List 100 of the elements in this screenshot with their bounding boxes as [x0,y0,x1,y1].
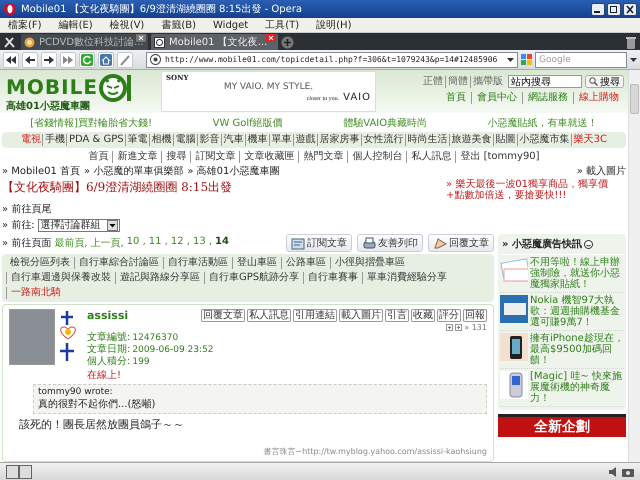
nav-link[interactable]: 線上購物 [573,92,624,104]
forum-link[interactable]: 自行車GPS航跡分享 [204,272,304,284]
category-link[interactable]: 貼圖 [493,134,518,146]
forum-link[interactable]: 自行車賽事 [303,272,362,284]
ad-link[interactable]: 擁有iPhone趁現在，最高$9500加碼回饋！ [530,333,624,366]
search-field[interactable]: Google [535,52,627,68]
breadcrumb-link[interactable]: » 小惡魔的單車俱樂部 [84,164,184,178]
go-to-bottom-link[interactable]: » 前往頁尾 [0,202,628,216]
category-link[interactable]: 居家房事 [317,134,362,146]
nav-link[interactable]: 首頁 [441,92,471,104]
forum-link[interactable]: 小徑與摺疊車區 [330,257,409,269]
expand-icon[interactable] [446,324,454,331]
topic-action-button[interactable]: 訂閱文章 [286,234,352,252]
member-nav-link[interactable]: 首頁 [84,151,112,163]
category-link[interactable]: 機車 [245,134,270,146]
browser-tab[interactable]: PCDVD數位科技討論... [21,34,148,50]
category-link[interactable]: 旅遊美食 [449,134,494,146]
language-link[interactable]: 正體 [421,76,445,88]
member-nav-link[interactable]: 登出 [tommy90] [455,151,544,163]
member-nav-link[interactable]: 文章收藏匣 [239,151,298,163]
home-icon[interactable] [98,52,114,68]
minimize-icon[interactable] [591,2,605,16]
post-action-button[interactable]: 回報 [463,309,487,322]
camera-icon[interactable] [622,466,634,476]
post-action-button[interactable]: 私人訊息 [247,309,291,322]
ad-link[interactable]: [Magic] 哇~ 快來施展魔術機的神奇魔力！ [530,371,624,404]
forum-link[interactable]: 公路車區 [281,257,330,269]
forum-link[interactable]: 自行車活動區 [163,257,232,269]
category-link[interactable]: 遊戲 [293,134,318,146]
trash-icon[interactable] [626,36,636,48]
page-link[interactable]: 12 , [170,236,190,250]
member-nav-link[interactable]: 私人訊息 [406,151,456,163]
devil-logo-icon[interactable] [99,71,133,103]
forum-link[interactable]: 自行車綜合討論區 [74,257,163,269]
menu-item[interactable]: 說明(H) [316,18,352,32]
menu-item[interactable]: Widget [213,20,248,30]
close-icon[interactable] [623,2,637,16]
reload-icon[interactable] [79,52,95,68]
category-link[interactable]: PDA & GPS [66,134,126,146]
load-images-link[interactable]: » 載入圖片 [576,164,626,178]
page-link[interactable]: 14 [215,236,229,250]
promo-link[interactable]: 體驗VAIO典藏時尚 [343,116,428,130]
category-link[interactable]: 影音 [197,134,222,146]
promo-link[interactable]: [省錢情報]買對輪胎省大錢! [30,116,152,130]
nav-link[interactable]: 會員中心 [471,92,522,104]
member-nav-link[interactable]: 訂閱文章 [190,151,240,163]
forum-link[interactable]: 遊記與路線分享區 [115,272,204,284]
forum-select[interactable]: 選擇討論群組 [38,218,120,232]
category-link[interactable]: 小惡魔市集 [517,134,572,146]
search-button[interactable]: 搜尋 [585,75,624,88]
rewind-icon[interactable] [3,52,19,68]
menu-item[interactable]: 工具(T) [265,18,300,32]
forum-link[interactable]: 檢視分區列表 [6,257,74,269]
expand-icon[interactable] [455,324,462,331]
menu-item[interactable]: 編輯(E) [58,18,93,32]
menu-item[interactable]: 書籤(B) [161,18,196,32]
promo-link[interactable]: VW Golf絕版價 [212,116,283,130]
browser-tab[interactable]: Mobile01 【文化夜... [151,34,278,50]
caret-icon[interactable] [507,58,514,62]
member-nav-link[interactable]: 新進文章 [112,151,162,163]
forum-link[interactable]: 登山車區 [232,257,281,269]
author-name[interactable]: assissi [87,309,128,322]
category-link[interactable]: 女性流行 [361,134,406,146]
member-nav-link[interactable]: 搜尋 [161,151,190,163]
category-link[interactable]: 時尚生活 [405,134,450,146]
nav-link[interactable]: 網誌服務 [522,92,573,104]
member-nav-link[interactable]: 個人控制台 [347,151,406,163]
back-icon[interactable] [22,52,38,68]
page-link[interactable]: 11 , [148,236,168,250]
forum-link[interactable]: 自行車週邊與保養改裝 [6,272,115,284]
ad-link[interactable]: 不用等啦！線上申辦強制險，就送你小惡魔獨家貼紙！ [530,257,624,290]
maximize-icon[interactable] [607,2,621,16]
post-action-button[interactable]: 收藏 [411,309,435,322]
plus-icon[interactable] [281,36,294,48]
forum-link[interactable]: 一路南北騎 [6,287,65,299]
caret-icon[interactable] [630,58,637,62]
category-link[interactable]: 電視 [19,134,42,146]
panels-icon[interactable] [6,464,32,478]
category-link[interactable]: 電腦 [173,134,198,146]
category-link[interactable]: 筆電 [125,134,150,146]
address-field[interactable]: http://www.mobile01.com/topicdetail.php?f=306&t=1079243&p=14#12485906 [146,52,518,68]
breadcrumb-link[interactable]: » 高雄01小惡魔車團 [187,164,280,178]
post-action-button[interactable]: 引言 [385,309,409,322]
forward-icon[interactable] [41,52,57,68]
announcement-link[interactable]: » 樂天最後一波01獨享商品，獨享價+點數加倍送，要搶要快!!! [446,179,626,201]
category-link[interactable]: 手機 [42,134,66,146]
forum-link[interactable]: 單車消費經驗分享 [362,272,452,284]
post-action-button[interactable]: 載入圖片 [339,309,383,322]
language-link[interactable]: 簡體 [445,76,470,88]
member-nav-link[interactable]: 熱門文章 [298,151,348,163]
page-link[interactable]: 13 , [192,236,212,250]
menu-item[interactable]: 檢視(V) [110,18,144,32]
category-link[interactable]: 汽車 [221,134,246,146]
logo-wordmark[interactable]: MOBILE [6,75,98,99]
post-action-button[interactable]: 引用連結 [293,309,337,322]
promo-banner[interactable]: 全新企劃 [498,414,626,437]
ad-link[interactable]: Nokia 機智97大執歌：週週抽購機基金還可賺9萬7！ [530,295,624,328]
menu-item[interactable]: 檔案(F) [8,18,42,32]
page-link[interactable]: 10 , [126,236,146,250]
breadcrumb-link[interactable]: » Mobile01 首頁 [2,164,80,178]
